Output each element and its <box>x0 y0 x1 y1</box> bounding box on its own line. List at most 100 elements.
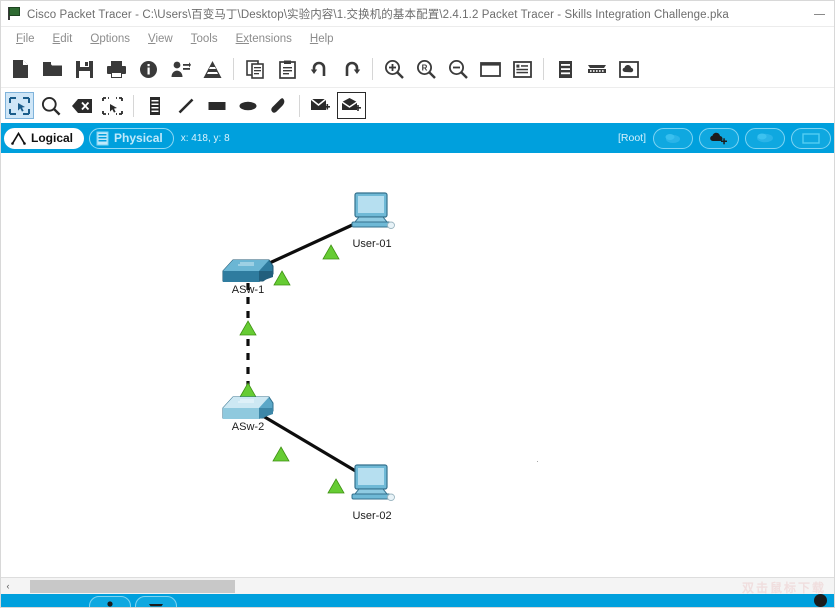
tools-separator-b <box>299 94 300 117</box>
undo-icon <box>310 61 325 76</box>
device-label-user02: User-02 <box>352 510 392 522</box>
tab-logical[interactable]: Logical <box>4 127 85 149</box>
zoom-in-button[interactable] <box>379 54 409 84</box>
device-label-asw1: ASw-1 <box>231 284 265 296</box>
menu-help[interactable]: Help <box>301 31 343 47</box>
complex-pdu-button[interactable] <box>337 92 366 119</box>
menu-edit[interactable]: Edit <box>44 31 82 47</box>
resize-shape-icon <box>102 96 123 115</box>
drawing-palette-button[interactable] <box>475 54 505 84</box>
physical-view-button[interactable] <box>582 54 612 84</box>
move-object-button[interactable] <box>699 127 739 149</box>
inspect-list-icon <box>558 60 572 78</box>
move-object-icon <box>710 132 727 144</box>
activity-wizard-button[interactable] <box>133 54 163 84</box>
save-button[interactable] <box>69 54 99 84</box>
place-note-icon <box>149 96 160 115</box>
redo-button[interactable] <box>336 54 366 84</box>
place-note-button[interactable] <box>140 92 169 119</box>
tab-physical[interactable]: Physical <box>89 127 174 149</box>
simple-pdu-button[interactable] <box>306 92 335 119</box>
open-folder-icon <box>42 62 62 76</box>
menu-view-rest: iew <box>155 33 173 45</box>
undo-button[interactable] <box>304 54 334 84</box>
custom-devices-button[interactable] <box>507 54 537 84</box>
draw-line-button[interactable] <box>171 92 200 119</box>
bottom-device-category-button-1[interactable] <box>89 596 131 607</box>
zoom-reset-button[interactable]: R <box>411 54 441 84</box>
link-status-user01-end <box>322 244 340 260</box>
network-rack-icon <box>588 65 606 73</box>
topology-links-layer <box>239 219 365 494</box>
inspect-button[interactable] <box>550 54 580 84</box>
open-folder-button[interactable] <box>37 54 67 84</box>
menu-extensions-mnemonic: Ex <box>235 33 250 45</box>
palette-icon <box>203 60 221 78</box>
device-node-user02[interactable]: User-02 <box>346 463 398 522</box>
multiuser-connection-button[interactable] <box>614 54 644 84</box>
draw-rectangle-button[interactable] <box>202 92 231 119</box>
draw-freeform-icon <box>270 98 284 113</box>
new-file-button[interactable] <box>5 54 35 84</box>
bottom-device-category-button-2[interactable] <box>135 596 177 607</box>
paste-button[interactable] <box>272 54 302 84</box>
zoom-in-icon <box>385 60 404 79</box>
redo-icon <box>345 61 360 76</box>
cloud-window-icon <box>619 60 639 78</box>
select-tool-button[interactable] <box>5 92 34 119</box>
menu-file[interactable]: File <box>7 31 44 47</box>
delete-tool-icon <box>71 98 92 113</box>
menu-tools-rest: ools <box>196 33 218 45</box>
inspect-magnifier-icon <box>41 96 60 115</box>
set-tiled-background-button[interactable] <box>745 127 785 149</box>
menu-view[interactable]: View <box>139 31 182 47</box>
menu-tools[interactable]: Tools <box>182 31 227 47</box>
delete-tool-button[interactable] <box>67 92 96 119</box>
toolbar-separator-1 <box>233 58 234 80</box>
device-node-asw2[interactable]: ASw-2 <box>220 390 276 433</box>
resize-shape-button[interactable] <box>98 92 127 119</box>
viewport-button[interactable] <box>791 127 831 149</box>
custom-devices-dialog-button[interactable] <box>197 54 227 84</box>
toolbar-separator-2 <box>372 58 373 80</box>
pc-icon <box>351 464 395 501</box>
menu-options[interactable]: Options <box>81 31 139 47</box>
menu-extensions[interactable]: Extensions <box>227 31 301 47</box>
cursor-coordinates: x: 418, y: 8 <box>180 132 230 144</box>
workspace-cursor-marker: · <box>536 456 539 466</box>
menu-extensions-rest: tensions <box>249 33 292 45</box>
activity-wizard-icon <box>139 60 157 78</box>
draw-ellipse-button[interactable] <box>233 92 262 119</box>
window-title: Cisco Packet Tracer - C:\Users\百变马丁\Desk… <box>27 8 729 21</box>
inspect-tool-button[interactable] <box>36 92 65 119</box>
menu-file-mnemonic: F <box>16 33 24 45</box>
zoom-out-button[interactable] <box>443 54 473 84</box>
copy-button[interactable] <box>240 54 270 84</box>
title-bar: Cisco Packet Tracer - C:\Users\百变马丁\Desk… <box>1 1 834 27</box>
view-bar: Logical Physical x: 418, y: 8 [Root] <box>1 123 834 153</box>
print-button[interactable] <box>101 54 131 84</box>
scroll-thumb[interactable] <box>30 579 235 593</box>
menu-edit-rest: dit <box>60 33 73 45</box>
network-information-button[interactable] <box>165 54 195 84</box>
menu-bar: File Edit Options View Tools Extensions … <box>1 27 834 51</box>
scroll-left-arrow[interactable]: ‹ <box>1 579 15 594</box>
device-node-user01[interactable]: User-01 <box>346 191 398 250</box>
menu-options-rest: ptions <box>99 33 131 45</box>
bottom-bar <box>1 594 834 607</box>
viewport-icon <box>802 132 820 144</box>
device-node-asw1[interactable]: ASw-1 <box>220 253 276 296</box>
device-label-user01: User-01 <box>352 238 392 250</box>
logical-workspace[interactable]: User-01 ASw-1 ASw-2 User-02 · <box>1 153 834 577</box>
set-tiled-background-icon <box>757 133 773 143</box>
tab-physical-label: Physical <box>114 131 163 145</box>
device-label-asw2: ASw-2 <box>231 421 265 433</box>
horizontal-scrollbar[interactable]: ‹ <box>1 577 834 594</box>
simple-pdu-icon <box>310 98 330 110</box>
minimize-button[interactable] <box>806 3 832 25</box>
draw-freeform-button[interactable] <box>264 92 293 119</box>
scroll-track[interactable] <box>15 579 834 593</box>
new-cluster-button[interactable] <box>653 127 693 149</box>
bottom-bar-logo <box>814 594 830 607</box>
view-bar-right-controls: [Root] <box>618 123 834 153</box>
